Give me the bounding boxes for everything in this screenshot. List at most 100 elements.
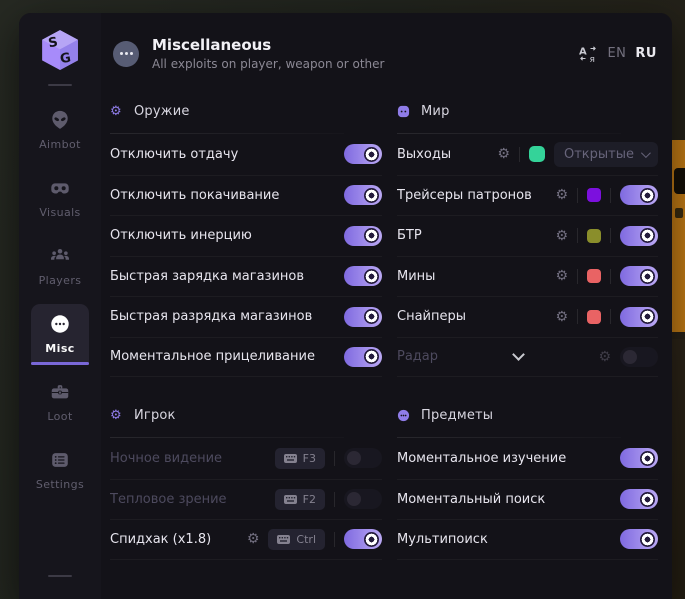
feature-label: Быстрая разрядка магазинов [110, 309, 344, 324]
feature-label: Ночное видение [110, 451, 275, 466]
toggle-switch[interactable] [344, 144, 382, 164]
color-swatch[interactable] [587, 310, 601, 324]
feature-row: Радар ⚙ [397, 337, 658, 378]
gear-icon[interactable]: ⚙ [497, 147, 510, 161]
feature-label: Тепловое зрение [110, 492, 275, 507]
color-swatch[interactable] [529, 146, 545, 162]
hotkey-label: F2 [303, 493, 316, 506]
section-player: ⚙ Игрок Ночное видение F3 [110, 391, 382, 560]
feature-label: Мультипоиск [397, 532, 620, 547]
section-weapon: ⚙ Оружие Отключить отдачу Отключить пока… [110, 87, 382, 377]
chevron-down-icon [641, 148, 651, 158]
section-world: Мир Выходы ⚙ Открытые [397, 87, 658, 377]
sidebar-item-label: Aimbot [39, 138, 81, 151]
gear-icon[interactable]: ⚙ [555, 229, 568, 243]
toggle-switch[interactable] [344, 185, 382, 205]
hotkey-badge[interactable]: F2 [275, 489, 325, 510]
feature-label: Выходы [397, 147, 497, 162]
feature-row: Выходы ⚙ Открытые [397, 134, 658, 175]
gear-icon[interactable]: ⚙ [598, 350, 611, 364]
alien-icon [49, 109, 71, 131]
section-title: Игрок [134, 408, 176, 423]
dropdown-value: Открытые [564, 147, 634, 162]
feature-row: Ночное видение F3 [110, 438, 382, 479]
color-swatch[interactable] [587, 188, 601, 202]
toggle-switch[interactable] [620, 489, 658, 509]
lang-ru-button[interactable]: RU [635, 46, 657, 61]
sidebar-item-misc[interactable]: Misc [31, 304, 89, 365]
feature-row: Быстрая разрядка магазинов [110, 296, 382, 337]
gear-icon[interactable]: ⚙ [555, 188, 568, 202]
section-items: Предметы Моментальное изучение Моменталь… [397, 391, 658, 560]
svg-text:я: я [590, 55, 595, 63]
feature-row: Тепловое зрение F2 [110, 479, 382, 520]
toggle-switch[interactable] [620, 529, 658, 549]
background-game-orange-sign [672, 140, 685, 332]
toggle-switch[interactable] [344, 489, 382, 509]
feature-label: Моментальное прицеливание [110, 349, 344, 364]
content-grid: ⚙ Оружие Отключить отдачу Отключить пока… [101, 85, 672, 560]
gear-icon[interactable]: ⚙ [555, 310, 568, 324]
main-panel: Miscellaneous All exploits on player, we… [101, 13, 672, 599]
chevron-down-icon[interactable] [512, 348, 525, 361]
toggle-switch[interactable] [344, 226, 382, 246]
translate-icon[interactable]: A я [578, 45, 598, 63]
sidebar-item-loot[interactable]: Loot [31, 372, 89, 433]
hotkey-badge[interactable]: Ctrl [268, 529, 325, 550]
color-swatch[interactable] [587, 229, 601, 243]
toggle-switch[interactable] [620, 185, 658, 205]
hotkey-badge[interactable]: F3 [275, 448, 325, 469]
feature-row: Снайперы ⚙ [397, 296, 658, 337]
toggle-switch[interactable] [344, 347, 382, 367]
settings-list-icon [49, 449, 71, 471]
page-title: Miscellaneous [152, 36, 384, 54]
sidebar: S G Aimbot Visuals [19, 13, 101, 599]
toggle-switch[interactable] [620, 347, 658, 367]
lang-en-button[interactable]: EN [607, 46, 626, 61]
color-swatch[interactable] [587, 269, 601, 283]
sidebar-item-visuals[interactable]: Visuals [31, 168, 89, 229]
misc-ellipsis-icon [113, 41, 139, 67]
cheat-menu-window: S G Aimbot Visuals [19, 13, 672, 599]
exits-dropdown[interactable]: Открытые [554, 142, 658, 167]
briefcase-icon [49, 381, 71, 403]
toggle-switch[interactable] [344, 529, 382, 549]
feature-label: Мины [397, 269, 555, 284]
feature-label: Быстрая зарядка магазинов [110, 269, 344, 284]
page-subtitle: All exploits on player, weapon or other [152, 57, 384, 71]
sidebar-item-aimbot[interactable]: Aimbot [31, 100, 89, 161]
toggle-switch[interactable] [344, 307, 382, 327]
section-title: Предметы [421, 408, 493, 423]
sidebar-item-settings[interactable]: Settings [31, 440, 89, 501]
feature-row: Мины ⚙ [397, 256, 658, 297]
toggle-switch[interactable] [344, 266, 382, 286]
section-title: Оружие [134, 104, 190, 119]
gear-icon: ⚙ [110, 409, 123, 422]
toggle-switch[interactable] [620, 307, 658, 327]
sidebar-item-label: Visuals [39, 206, 80, 219]
sidebar-item-label: Loot [47, 410, 72, 423]
gear-icon[interactable]: ⚙ [555, 269, 568, 283]
background-sign-mark [675, 208, 683, 218]
page-header: Miscellaneous All exploits on player, we… [101, 13, 672, 85]
keyboard-icon [284, 495, 297, 504]
feature-row: Отключить инерцию [110, 215, 382, 256]
feature-label: Радар [397, 349, 438, 364]
sidebar-item-label: Settings [36, 478, 84, 491]
keyboard-icon [284, 454, 297, 463]
gear-icon[interactable]: ⚙ [247, 532, 260, 546]
ellipsis-circle-icon [49, 313, 71, 335]
feature-row: Спидхак (x1.8) ⚙ Ctrl [110, 519, 382, 560]
feature-row: Быстрая зарядка магазинов [110, 256, 382, 297]
toggle-switch[interactable] [620, 266, 658, 286]
sidebar-item-players[interactable]: Players [31, 236, 89, 297]
sidebar-divider [48, 84, 72, 86]
toggle-switch[interactable] [620, 448, 658, 468]
feature-label: Моментальное изучение [397, 451, 620, 466]
keyboard-icon [277, 535, 290, 544]
toggle-switch[interactable] [620, 226, 658, 246]
toggle-switch[interactable] [344, 448, 382, 468]
left-column: ⚙ Оружие Отключить отдачу Отключить пока… [110, 87, 382, 560]
feature-row: Отключить отдачу [110, 134, 382, 175]
vr-goggles-icon [49, 177, 71, 199]
